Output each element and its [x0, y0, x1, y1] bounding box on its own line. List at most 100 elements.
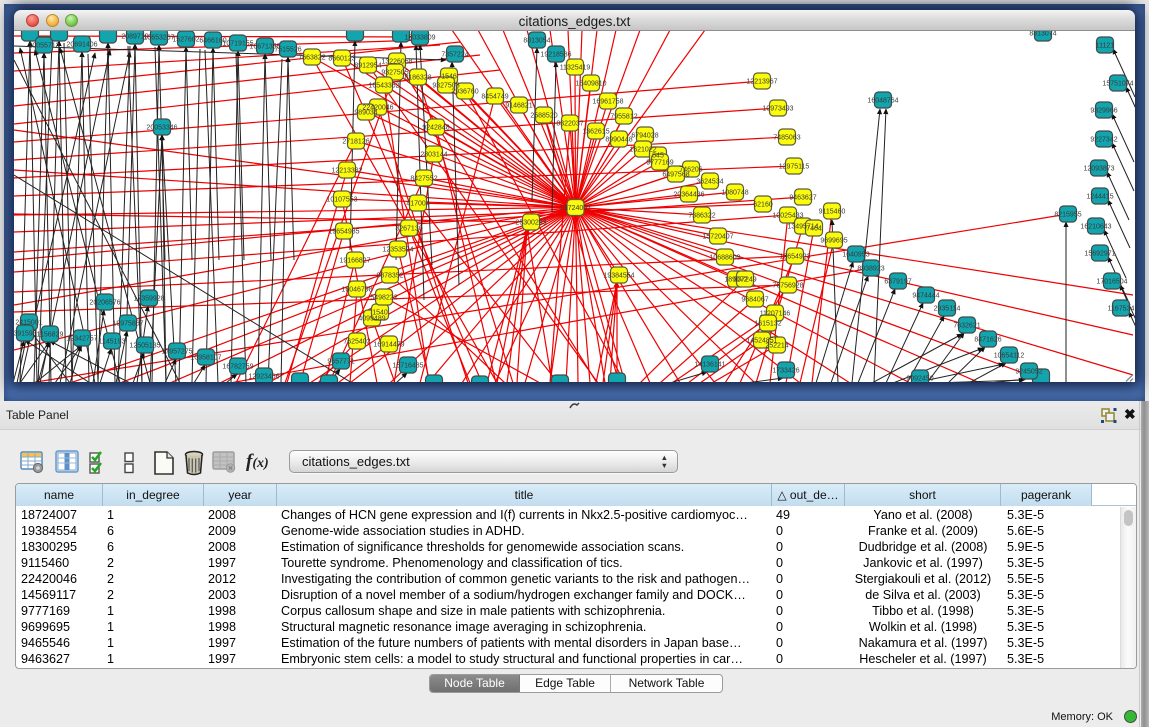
svg-text:9227342: 9227342 [1090, 137, 1117, 144]
svg-text:8322037: 8322037 [556, 121, 583, 128]
svg-text:391593: 391593 [14, 331, 37, 338]
svg-text:1615132: 1615132 [754, 321, 781, 328]
svg-text:2935114: 2935114 [934, 306, 961, 313]
svg-text:9463627: 9463627 [789, 195, 816, 202]
svg-text:1733426: 1733426 [772, 368, 799, 375]
svg-text:2415001: 2415001 [15, 320, 42, 327]
svg-text:11325419: 11325419 [560, 65, 591, 72]
svg-text:9777169: 9777169 [646, 160, 673, 167]
svg-text:9684067: 9684067 [741, 297, 768, 304]
svg-text:13226058: 13226058 [381, 59, 412, 66]
svg-text:3624534: 3624534 [696, 179, 723, 186]
svg-text:8938923: 8938923 [857, 266, 884, 273]
svg-text:19654985: 19654985 [328, 229, 359, 236]
svg-text:7625402: 7625402 [343, 339, 370, 346]
svg-text:2936760: 2936760 [451, 89, 478, 96]
svg-text:417004: 417004 [406, 201, 429, 208]
svg-text:12213967: 12213967 [746, 79, 777, 86]
svg-text:16914479: 16914479 [373, 342, 404, 349]
svg-text:1546: 1546 [441, 74, 457, 81]
svg-text:9242848: 9242848 [422, 125, 449, 132]
svg-text:8471626: 8471626 [974, 337, 1001, 344]
svg-text:1362615: 1362615 [582, 129, 609, 136]
svg-text:9474444: 9474444 [912, 293, 939, 300]
svg-text:19166827: 19166827 [339, 258, 370, 265]
svg-text:16210643: 16210643 [1080, 224, 1111, 231]
svg-text:8454749: 8454749 [481, 94, 508, 101]
svg-text:907249: 907249 [733, 277, 756, 284]
svg-text:25300293: 25300293 [515, 220, 546, 227]
svg-text:9146821: 9146821 [505, 103, 532, 110]
svg-text:11207146: 11207146 [760, 311, 791, 318]
svg-text:18724007: 18724007 [560, 205, 591, 212]
svg-text:4099489: 4099489 [358, 316, 385, 323]
svg-text:8813054: 8813054 [523, 38, 550, 45]
svg-text:10107553: 10107553 [326, 197, 357, 204]
svg-text:16033809: 16033809 [404, 35, 435, 42]
svg-text:11121: 11121 [1096, 43, 1115, 50]
svg-text:7464: 7464 [806, 226, 822, 233]
svg-text:8813074: 8813074 [1029, 31, 1056, 38]
svg-text:19218586: 19218586 [540, 52, 571, 59]
svg-text:12353594: 12353594 [382, 247, 413, 254]
svg-text:7955812: 7955812 [610, 114, 637, 121]
svg-text:9699695: 9699695 [820, 238, 847, 245]
svg-text:20691406: 20691406 [66, 42, 97, 49]
svg-text:10654112: 10654112 [994, 353, 1025, 360]
svg-text:10025433: 10025433 [772, 213, 803, 220]
svg-text:17016504: 17016504 [1096, 279, 1127, 286]
svg-text:12505135: 12505135 [129, 343, 160, 350]
svg-text:6794028: 6794028 [631, 133, 658, 140]
svg-text:17957275: 17957275 [161, 349, 192, 356]
svg-text:252214: 252214 [765, 343, 788, 350]
svg-text:2588520: 2588520 [530, 113, 557, 120]
svg-text:6379197: 6379197 [884, 279, 911, 286]
svg-text:1156829: 1156829 [37, 332, 64, 339]
svg-text:8660123: 8660123 [328, 56, 355, 63]
svg-text:20053346: 20053346 [146, 125, 177, 132]
svg-text:1640953: 1640953 [842, 252, 869, 259]
svg-text:545: 545 [652, 153, 664, 160]
svg-text:12213382: 12213382 [331, 168, 362, 175]
svg-text:9657771: 9657771 [327, 359, 354, 366]
svg-text:16782759: 16782759 [222, 364, 253, 371]
svg-text:15692971: 15692971 [1084, 251, 1115, 258]
svg-text:15716485: 15716485 [392, 363, 423, 370]
svg-text:20055713: 20055713 [28, 43, 59, 50]
svg-text:1244415: 1244415 [1086, 194, 1113, 201]
svg-text:10688609: 10688609 [709, 255, 740, 262]
svg-text:5498222: 5498222 [370, 295, 397, 302]
svg-text:2803144: 2803144 [420, 152, 447, 159]
svg-text:10653267: 10653267 [143, 35, 174, 42]
svg-text:15751074: 15751074 [1102, 81, 1133, 88]
svg-text:16046798: 16046798 [341, 287, 372, 294]
svg-text:9329966: 9329966 [1090, 108, 1117, 115]
svg-text:7515526: 7515526 [274, 47, 301, 54]
svg-text:7485063: 7485063 [773, 135, 800, 142]
svg-text:7663822: 7663822 [298, 55, 325, 62]
svg-text:10973493: 10973493 [762, 106, 793, 113]
svg-text:8990448: 8990448 [605, 137, 632, 144]
svg-text:12923466: 12923466 [248, 374, 279, 381]
svg-text:16409810: 16409810 [575, 81, 606, 88]
svg-text:19975867: 19975867 [112, 321, 143, 328]
svg-text:62160: 62160 [753, 202, 773, 209]
svg-text:13654923: 13654923 [779, 254, 810, 261]
svg-text:76756928: 76756928 [772, 283, 803, 290]
svg-text:1080748: 1080748 [721, 190, 748, 197]
svg-text:8878352: 8878352 [376, 273, 403, 280]
svg-text:16543362: 16543362 [368, 83, 399, 90]
svg-text:9092450: 9092450 [906, 376, 933, 383]
svg-text:7632621: 7632621 [953, 323, 980, 330]
svg-text:8912954: 8912954 [354, 63, 381, 70]
svg-text:9245052: 9245052 [1015, 369, 1042, 376]
svg-text:16048764: 16048764 [867, 98, 898, 105]
svg-text:8267130: 8267130 [395, 226, 422, 233]
svg-text:1540: 1540 [372, 310, 388, 317]
svg-text:8215955: 8215955 [1054, 212, 1081, 219]
svg-text:7386322: 7386322 [688, 213, 715, 220]
svg-text:17359928: 17359928 [133, 296, 164, 303]
svg-text:989034: 989034 [354, 110, 377, 117]
svg-text:20206576: 20206576 [89, 300, 120, 307]
svg-text:1145193: 1145193 [99, 339, 126, 346]
